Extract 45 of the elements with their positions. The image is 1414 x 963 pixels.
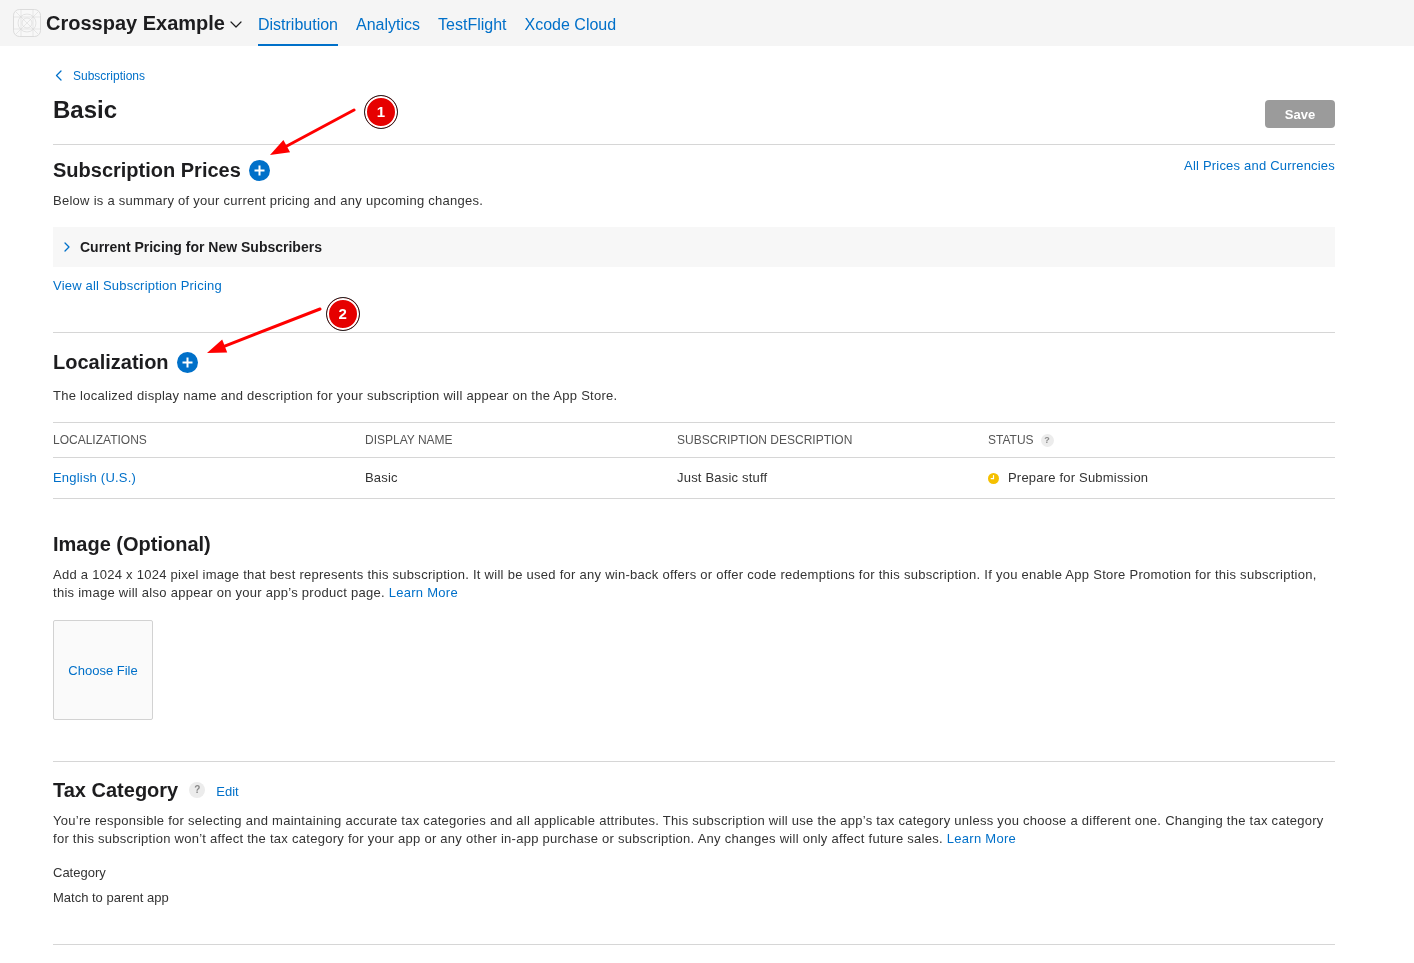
annotation-marker: 2 <box>325 296 360 331</box>
section-title: Localization <box>53 350 169 375</box>
column-heading: SUBSCRIPTION DESCRIPTION <box>677 432 853 448</box>
nav-tab[interactable]: Analytics <box>356 0 421 46</box>
display-name-text: Basic <box>365 469 398 487</box>
description-text: Just Basic stuff <box>677 469 768 487</box>
chevron-left-icon <box>55 70 62 81</box>
view-pricing-link[interactable]: View all Subscription Pricing <box>53 277 222 295</box>
all-prices-link[interactable]: All Prices and Currencies <box>1184 157 1335 175</box>
add-button[interactable] <box>248 159 270 181</box>
learn-more-link[interactable]: Learn More <box>946 831 1016 846</box>
column-heading: DISPLAY NAME <box>365 432 453 448</box>
section-description: Add a 1024 x 1024 pixel image that best represents this subscription. It will be used for any win-back offers or offer code redemptions for this subscription. If you enable App Store Promotion for this subscription, this image will also appear on your app’s product page. Learn More <box>53 566 1318 602</box>
section-title: Subscription Prices <box>53 158 241 183</box>
section-description: You’re responsible for selecting and maintaining accurate tax categories and all applicable attributes. This subscription will use the app’s tax category unless you choose a different one. Changing the tax category for this subscription won’t affect the tax category for your app or any other in-app purchase or subscription. Any changes will only affect future sales. Learn More <box>53 812 1325 848</box>
nav-tab[interactable]: TestFlight <box>438 0 507 46</box>
app-menu-button[interactable]: Crosspay Example <box>46 10 242 36</box>
section-description: The localized display name and description for your subscription will appear on the App Store. <box>53 387 619 405</box>
help-button[interactable]: ? <box>1040 433 1054 447</box>
add-button[interactable] <box>176 351 198 373</box>
category-value: Match to parent app <box>53 889 170 907</box>
choose-file-button[interactable]: Choose File <box>53 620 153 720</box>
column-heading: LOCALIZATIONS <box>53 432 147 448</box>
pricing-disclosure[interactable]: Current Pricing for New Subscribers <box>53 227 1335 267</box>
section-description: Below is a summary of your current pricing and any upcoming changes. <box>53 192 485 210</box>
section-title: Image (Optional) <box>53 532 211 557</box>
help-button[interactable]: ? <box>189 782 206 798</box>
app-icon <box>13 9 41 37</box>
page-title: Basic <box>53 95 118 125</box>
nav-tab[interactable]: Xcode Cloud <box>524 0 617 46</box>
section-title: Tax Category <box>53 778 179 803</box>
localization-link[interactable]: English (U.S.) <box>53 469 136 487</box>
arrow-icon <box>205 305 322 355</box>
status-text: Prepare for Submission <box>1008 469 1149 487</box>
back-link[interactable]: Subscriptions <box>53 67 146 84</box>
plus-icon <box>253 164 265 176</box>
learn-more-link[interactable]: Learn More <box>388 585 458 600</box>
annotation-marker: 1 <box>363 94 398 129</box>
nav-tab[interactable]: Distribution <box>258 0 338 46</box>
edit-link[interactable]: Edit <box>216 782 239 801</box>
category-label: Category <box>53 864 107 882</box>
arrow-icon <box>268 106 356 157</box>
chevron-down-icon <box>230 20 242 28</box>
plus-icon <box>181 356 193 368</box>
column-heading: STATUS <box>988 432 1034 448</box>
